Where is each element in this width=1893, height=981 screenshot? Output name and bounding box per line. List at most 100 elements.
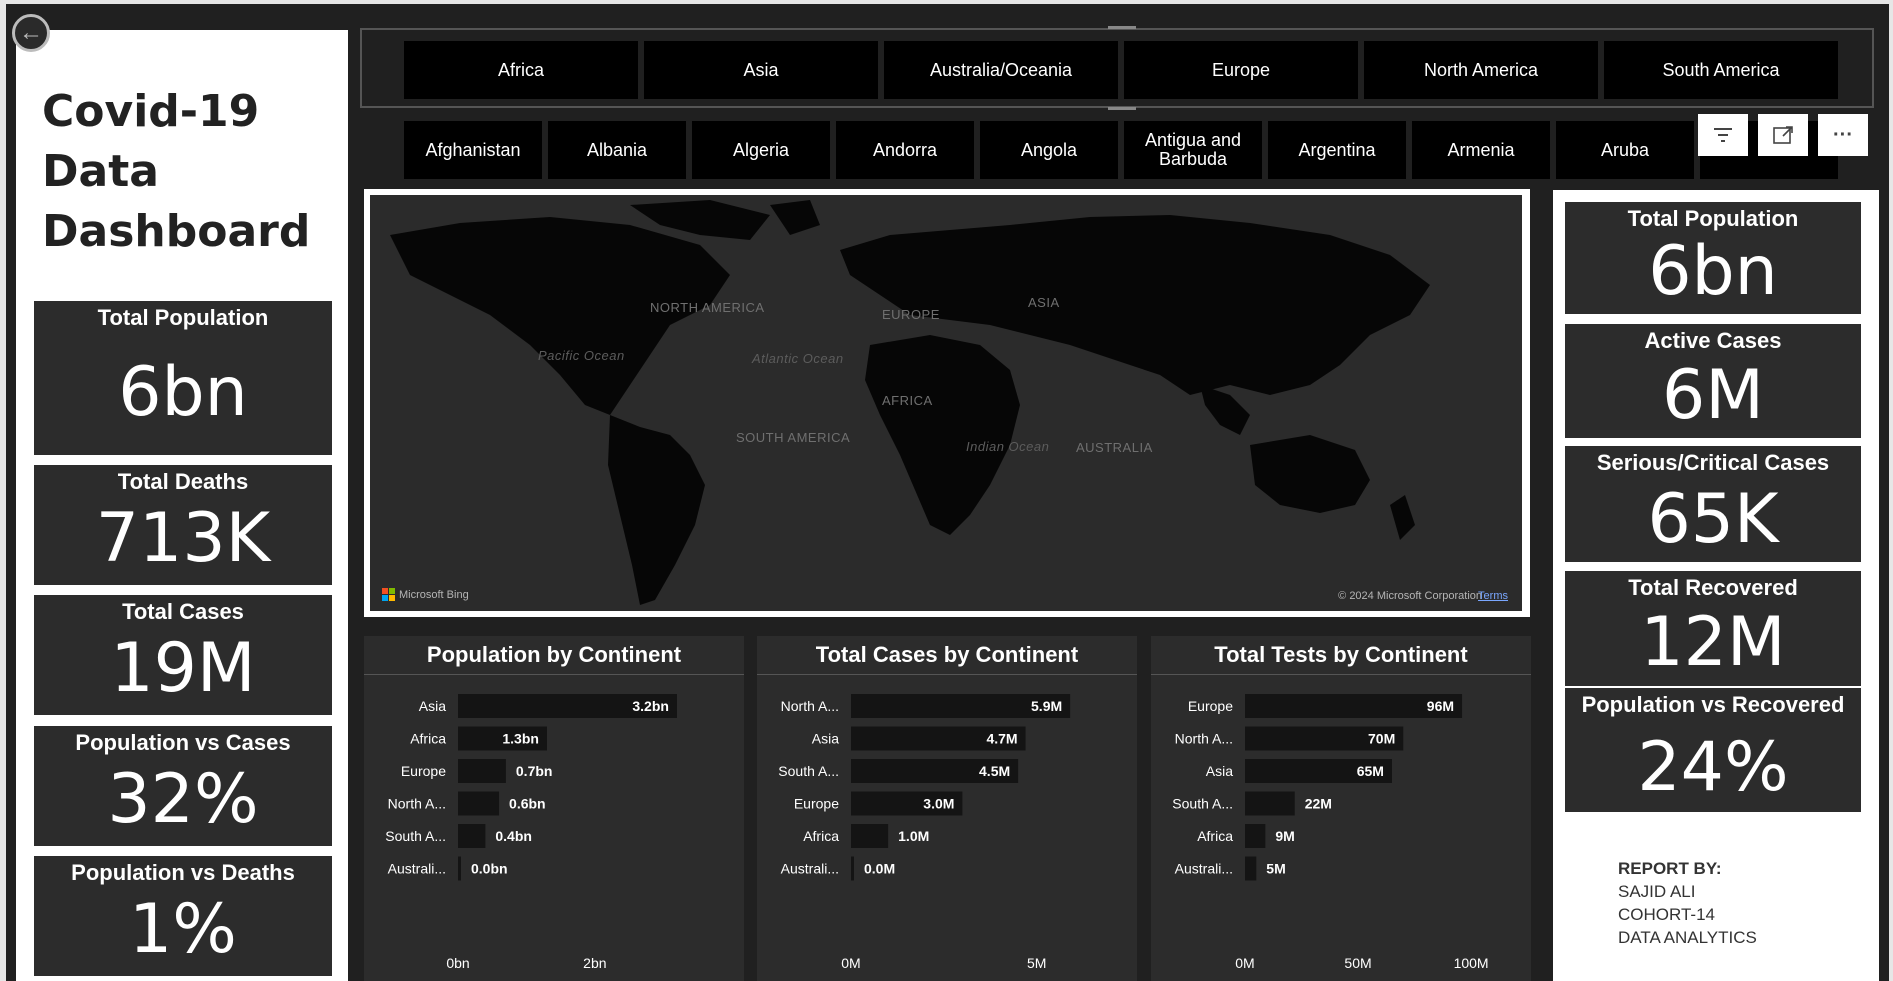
kpi-card-population-vs-cases: Population vs Cases 32%	[34, 726, 332, 846]
axis-tick-label: 0bn	[446, 955, 469, 971]
axis-tick-label: 0M	[1235, 955, 1254, 971]
category-label: North A...	[781, 698, 839, 714]
back-arrow-icon[interactable]: ←	[12, 14, 50, 52]
slicer-country-algeria[interactable]: Algeria	[692, 121, 830, 179]
chart-population-by-continent: Population by Continent Asia 3.2bn Africa 1…	[364, 636, 744, 981]
kpi-label: Total Population	[1627, 206, 1799, 231]
slicer-continent-africa[interactable]: Africa	[404, 41, 638, 99]
slicer-country-armenia[interactable]: Armenia	[1412, 121, 1550, 179]
category-label: North A...	[1175, 731, 1233, 747]
slicer-continent-europe[interactable]: Europe	[1124, 41, 1358, 99]
resize-grip[interactable]	[1108, 26, 1136, 29]
report-credits: REPORT BY: SAJID ALI COHORT-14 DATA ANAL…	[1618, 857, 1757, 949]
category-label: Asia	[419, 698, 446, 714]
data-label: 22M	[1305, 796, 1332, 812]
right-panel: Total Population 6bn Active Cases 6M Ser…	[1553, 190, 1879, 981]
axis-tick-label: 100M	[1454, 955, 1489, 971]
map-label-south-america: SOUTH AMERICA	[736, 430, 851, 445]
kpi-card-population-vs-recovered: Population vs Recovered 24%	[1565, 688, 1861, 812]
kpi-card-serious-critical-cases: Serious/Critical Cases 65K	[1565, 446, 1861, 562]
data-label: 65M	[1357, 763, 1384, 779]
slicer-country-andorra[interactable]: Andorra	[836, 121, 974, 179]
bar	[1245, 791, 1295, 816]
data-label: 1.3bn	[502, 731, 539, 747]
data-label: 0.0bn	[471, 861, 508, 877]
slicer-country-albania[interactable]: Albania	[548, 121, 686, 179]
kpi-label: Population vs Recovered	[1581, 692, 1845, 717]
slicer-country-angola[interactable]: Angola	[980, 121, 1118, 179]
data-label: 0.4bn	[495, 828, 532, 844]
kpi-label: Total Deaths	[117, 469, 249, 494]
chart-total-cases-by-continent: Total Cases by Continent North A... 5.9M A…	[757, 636, 1137, 981]
data-label: 0.7bn	[516, 763, 553, 779]
map-label-indian-ocean: Indian Ocean	[966, 439, 1050, 454]
category-label: Africa	[410, 731, 446, 747]
dashboard-title: Covid-19 Data Dashboard	[42, 86, 311, 257]
data-label: 4.5M	[979, 763, 1010, 779]
slicer-country-aruba[interactable]: Aruba	[1556, 121, 1694, 179]
microsoft-logo-icon	[382, 588, 395, 601]
kpi-card-total-recovered: Total Recovered 12M	[1565, 571, 1861, 686]
kpi-value: 65K	[1647, 480, 1779, 559]
kpi-card-total-population-right: Total Population 6bn	[1565, 202, 1861, 314]
bing-logo-text: Microsoft Bing	[399, 588, 469, 601]
category-label: Asia	[1206, 763, 1233, 779]
map-label-atlantic-ocean: Atlantic Ocean	[752, 351, 844, 366]
visual-header-toolbar: ···	[1698, 114, 1868, 156]
bar	[851, 856, 854, 881]
kpi-label: Population vs Deaths	[71, 860, 295, 885]
data-label: 9M	[1275, 828, 1294, 844]
slicer-country-afghanistan[interactable]: Afghanistan	[404, 121, 542, 179]
kpi-value: 6M	[1662, 356, 1764, 435]
data-label: 70M	[1368, 731, 1395, 747]
slicer-country-argentina[interactable]: Argentina	[1268, 121, 1406, 179]
filter-icon[interactable]	[1698, 114, 1748, 156]
bar	[458, 791, 500, 816]
kpi-value: 32%	[107, 760, 259, 839]
map-label-north-america: NORTH AMERICA	[650, 300, 765, 315]
kpi-value: 713K	[95, 499, 271, 578]
data-label: 3.2bn	[632, 698, 669, 714]
slicer-continent-south-america[interactable]: South America	[1604, 41, 1838, 99]
kpi-card-total-population: Total Population 6bn	[34, 301, 332, 455]
more-options-icon[interactable]: ···	[1818, 114, 1868, 156]
slicer-country-antigua-and-barbuda[interactable]: Antigua and Barbuda	[1124, 121, 1262, 179]
report-cohort: COHORT-14	[1618, 905, 1715, 924]
report-track: DATA ANALYTICS	[1618, 928, 1757, 947]
data-label: 96M	[1427, 698, 1454, 714]
bar-chart-svg: North A... 5.9M Asia 4.7M South A... 4.5M Euro…	[778, 694, 1071, 971]
country-slicer: Afghanistan Albania Algeria Andorra Ango…	[404, 121, 1838, 179]
category-label: South A...	[778, 763, 839, 779]
kpi-card-total-deaths: Total Deaths 713K	[34, 465, 332, 585]
map-terms-link[interactable]: Terms	[1478, 590, 1508, 602]
category-label: Africa	[803, 828, 839, 844]
world-map-land	[390, 200, 1430, 605]
category-label: Europe	[794, 796, 839, 812]
slicer-continent-asia[interactable]: Asia	[644, 41, 878, 99]
kpi-card-population-vs-deaths: Population vs Deaths 1%	[34, 856, 332, 976]
map-label-asia: ASIA	[1028, 295, 1060, 310]
bar	[458, 759, 506, 783]
bar	[1245, 824, 1266, 848]
category-label: Australi...	[781, 861, 839, 877]
kpi-label: Total Recovered	[1628, 575, 1798, 600]
map-label-australia: AUSTRALIA	[1076, 440, 1153, 455]
kpi-value: 6bn	[118, 353, 248, 432]
kpi-label: Active Cases	[1644, 328, 1782, 353]
data-label: 5.9M	[1031, 698, 1062, 714]
resize-grip[interactable]	[1108, 107, 1136, 110]
map-copyright: © 2024 Microsoft Corporation	[1338, 590, 1482, 602]
kpi-label: Population vs Cases	[75, 730, 291, 755]
category-label: Europe	[401, 763, 446, 779]
focus-mode-icon[interactable]	[1758, 114, 1808, 156]
slicer-continent-north-america[interactable]: North America	[1364, 41, 1598, 99]
world-map[interactable]: NORTH AMERICA EUROPE ASIA Pacific Ocean …	[370, 195, 1522, 611]
axis-tick-label: 50M	[1344, 955, 1371, 971]
category-label: North A...	[388, 796, 446, 812]
map-label-europe: EUROPE	[882, 307, 940, 322]
continent-slicer: Africa Asia Australia/Oceania Europe Nor…	[404, 41, 1838, 99]
slicer-continent-australia-oceania[interactable]: Australia/Oceania	[884, 41, 1118, 99]
kpi-label: Total Cases	[122, 599, 244, 624]
bing-logo: Microsoft Bing	[382, 588, 469, 601]
map-label-pacific-ocean: Pacific Ocean	[538, 348, 625, 363]
